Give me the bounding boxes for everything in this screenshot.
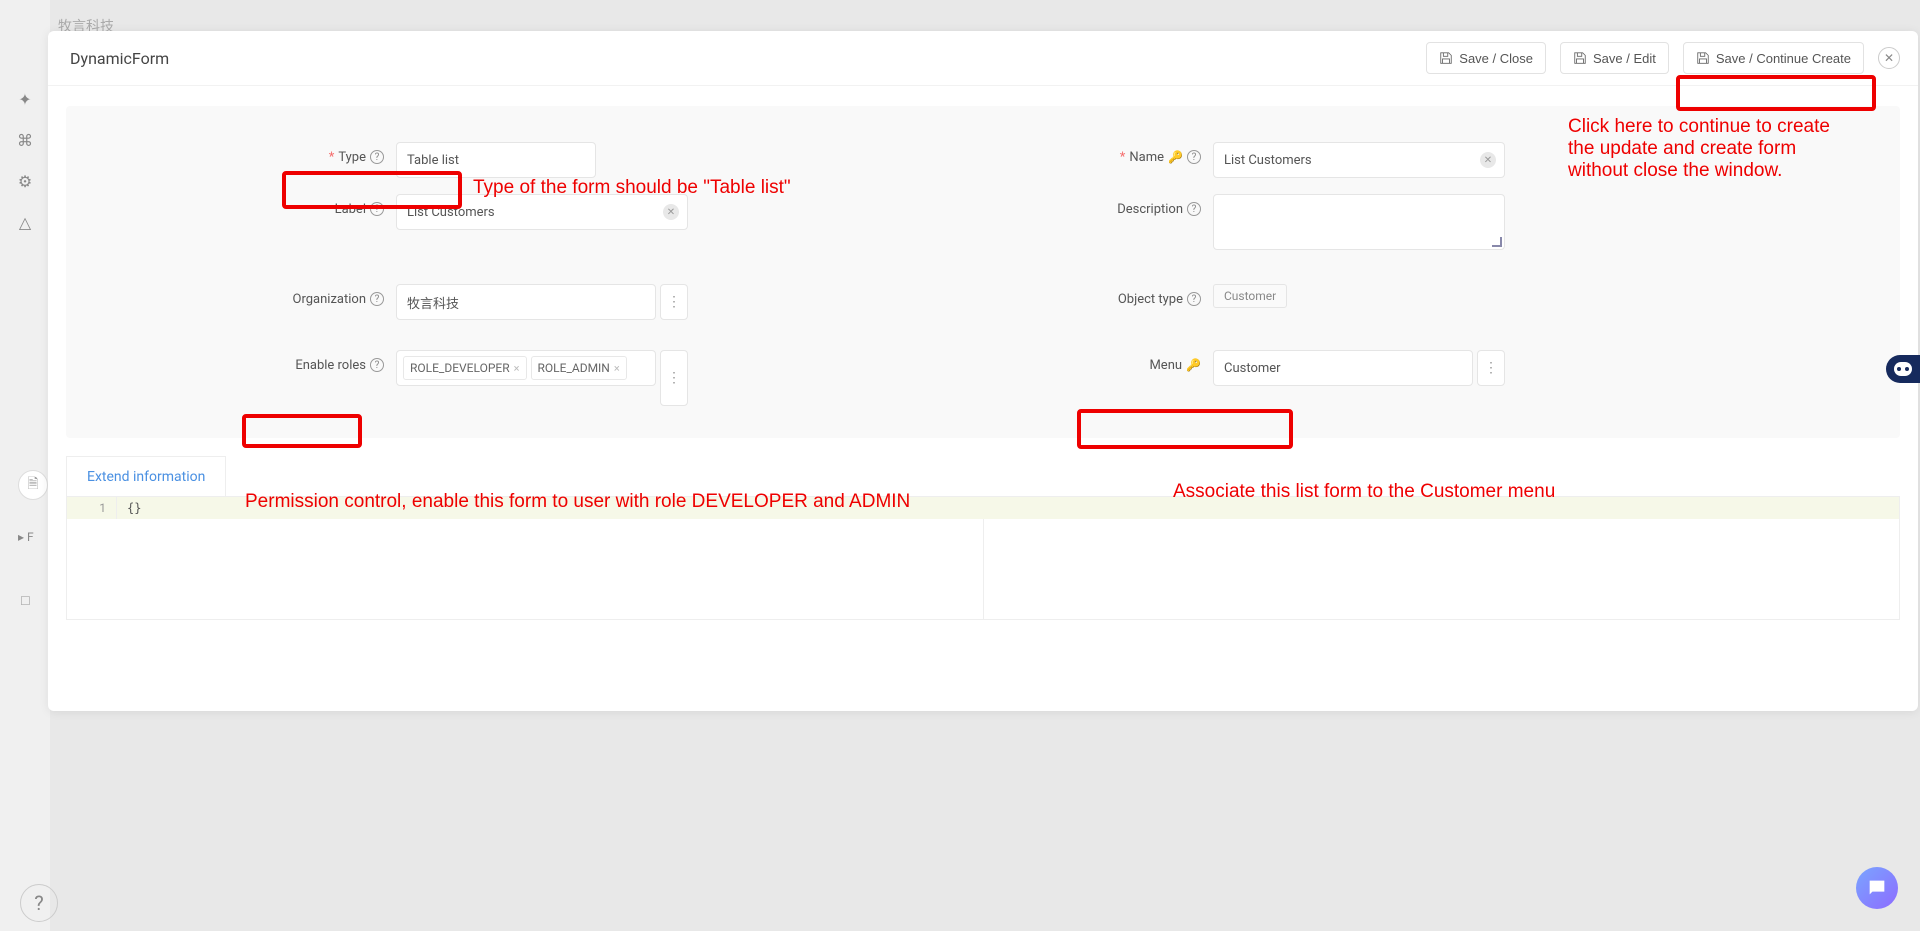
clear-icon[interactable]: ✕ — [1480, 152, 1496, 168]
chat-icon — [1866, 877, 1888, 899]
annotation-save-continue: Click here to continue to create the upd… — [1568, 116, 1830, 182]
remove-icon[interactable]: × — [514, 362, 520, 375]
sidebar: ✦ ⌘ ⚙ △ — [0, 0, 50, 931]
type-label: * Type ? — [66, 142, 396, 165]
name-label: * Name 🔑 ? — [983, 142, 1213, 165]
description-input[interactable] — [1213, 194, 1505, 250]
help-icon[interactable]: ? — [370, 292, 384, 306]
save-icon — [1573, 51, 1587, 65]
help-icon[interactable]: ? — [1187, 150, 1201, 164]
code-content: {} — [117, 497, 141, 519]
save-icon — [1439, 51, 1453, 65]
menu-input[interactable]: Customer — [1213, 350, 1473, 386]
tree-item[interactable]: ▸ F — [18, 530, 34, 544]
robot-icon — [1894, 362, 1912, 376]
dynamic-form-modal: DynamicForm Save / Close Save / Edit Sav… — [48, 31, 1918, 711]
line-number: 1 — [67, 497, 117, 519]
more-icon[interactable]: ⋮ — [1477, 350, 1505, 386]
highlight-enable-roles — [242, 414, 362, 448]
object-type-badge: Customer — [1213, 284, 1287, 308]
description-label: Description ? — [983, 194, 1213, 217]
highlight-menu — [1077, 409, 1293, 449]
clear-icon[interactable]: ✕ — [663, 204, 679, 220]
highlight-save-continue — [1676, 75, 1876, 111]
help-button[interactable]: ? — [20, 884, 58, 922]
remove-icon[interactable]: × — [614, 362, 620, 375]
assistant-button[interactable] — [1886, 355, 1920, 383]
modal-title: DynamicForm — [70, 49, 1426, 68]
modal-header: DynamicForm Save / Close Save / Edit Sav… — [48, 31, 1918, 86]
object-type-label: Object type ? — [983, 284, 1213, 307]
save-continue-button[interactable]: Save / Continue Create — [1683, 42, 1864, 74]
type-value: Table list — [407, 153, 459, 168]
organization-label: Organization ? — [66, 284, 396, 307]
organization-value: 牧言科技 — [407, 293, 459, 312]
save-edit-label: Save / Edit — [1593, 51, 1656, 66]
save-edit-button[interactable]: Save / Edit — [1560, 42, 1669, 74]
save-close-label: Save / Close — [1459, 51, 1533, 66]
organization-input[interactable]: 牧言科技 — [396, 284, 656, 320]
highlight-type — [282, 171, 462, 209]
save-continue-label: Save / Continue Create — [1716, 51, 1851, 66]
enable-roles-input[interactable]: ROLE_DEVELOPER× ROLE_ADMIN× — [396, 350, 656, 386]
code-editor[interactable]: 1 {} — [66, 496, 1900, 620]
name-value: List Customers — [1224, 153, 1312, 168]
menu-value: Customer — [1224, 361, 1281, 376]
annotation-roles: Permission control, enable this form to … — [245, 491, 910, 513]
role-pill: ROLE_ADMIN× — [531, 356, 627, 380]
more-icon[interactable]: ⋮ — [660, 350, 688, 406]
help-icon[interactable]: ? — [1187, 202, 1201, 216]
enable-roles-label: Enable roles ? — [66, 350, 396, 373]
annotation-menu: Associate this list form to the Customer… — [1173, 481, 1555, 503]
name-input[interactable]: List Customers ✕ — [1213, 142, 1505, 178]
annotation-type: Type of the form should be "Table list" — [473, 177, 791, 199]
close-icon[interactable]: ✕ — [1878, 47, 1900, 69]
bell-icon[interactable]: △ — [19, 213, 31, 232]
gear-icon[interactable]: ⚙ — [18, 172, 32, 191]
role-pill: ROLE_DEVELOPER× — [403, 356, 527, 380]
chat-button[interactable] — [1856, 867, 1898, 909]
help-icon[interactable]: ? — [370, 150, 384, 164]
help-icon[interactable]: ? — [1187, 292, 1201, 306]
resize-handle[interactable] — [1492, 237, 1502, 247]
more-icon[interactable]: ⋮ — [660, 284, 688, 320]
bg-checkbox: ☐ — [20, 594, 31, 608]
asterisk-icon[interactable]: ✦ — [18, 90, 31, 109]
key-icon: 🔑 — [1168, 150, 1183, 164]
tab-extend-information[interactable]: Extend information — [66, 456, 226, 496]
key-icon: 🔑 — [1186, 358, 1201, 372]
help-icon[interactable]: ? — [370, 358, 384, 372]
menu-label: Menu 🔑 — [983, 350, 1213, 373]
document-icon[interactable]: 🗎 — [18, 470, 48, 500]
connection-icon[interactable]: ⌘ — [17, 131, 33, 150]
save-icon — [1696, 51, 1710, 65]
save-close-button[interactable]: Save / Close — [1426, 42, 1546, 74]
